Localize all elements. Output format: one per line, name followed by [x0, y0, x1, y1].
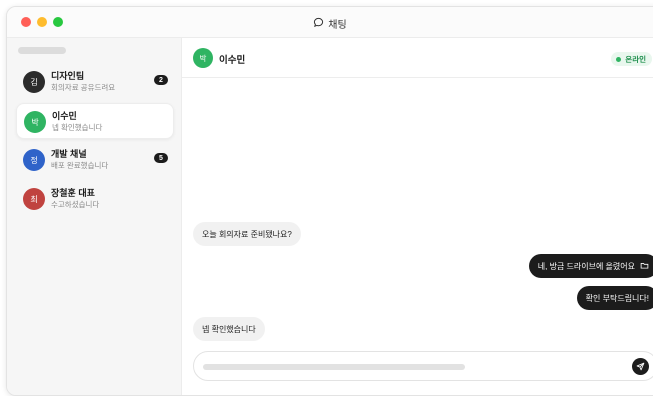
app-window: 채팅 김 디자인팀 회의자료 공유드려요 2 박 이수민 넵 확인했습니다 정 … — [6, 6, 653, 396]
unread-badge: 2 — [154, 75, 168, 85]
message-text: 확인 부탁드립니다! — [585, 293, 649, 303]
online-dot-icon — [616, 56, 622, 62]
conversation-item-ceo[interactable]: 최 장철훈 대표 수고하셨습니다 — [16, 181, 174, 217]
chat-bubble-icon — [313, 17, 324, 31]
title-bar: 채팅 — [7, 7, 653, 38]
send-button[interactable] — [632, 358, 649, 375]
window-title-text: 채팅 — [328, 20, 347, 31]
send-icon — [636, 358, 645, 376]
conversation-name: 장철훈 대표 — [51, 188, 95, 198]
conversation-preview: 수고하셨습니다 — [51, 200, 100, 209]
message-outgoing: 네, 방금 드라이브에 올렸어요 — [528, 254, 653, 278]
status-text: 온라인 — [625, 54, 646, 64]
avatar: 박 — [193, 48, 213, 68]
message-input[interactable] — [193, 351, 653, 381]
chat-header: 박 이수민 온라인 — [182, 38, 653, 78]
conversation-name: 이수민 — [52, 111, 77, 121]
conversation-sidebar: 김 디자인팀 회의자료 공유드려요 2 박 이수민 넵 확인했습니다 정 개발 … — [7, 38, 182, 395]
message-input-placeholder — [203, 364, 465, 370]
message-incoming: 오늘 회의자료 준비됐나요? — [193, 222, 301, 246]
message-text: 네, 방금 드라이브에 올렸어요 — [537, 261, 635, 271]
chat-panel: 박 이수민 온라인 오늘 회의자료 준비됐나요? 네, 방금 드라이브에 올렸어… — [182, 38, 653, 395]
conversation-preview: 넵 확인했습니다 — [52, 123, 103, 132]
conversation-item-lee-sumin[interactable]: 박 이수민 넵 확인했습니다 — [16, 103, 174, 139]
chat-partner-name: 이수민 — [219, 55, 246, 66]
conversation-name: 디자인팀 — [51, 71, 85, 81]
conversation-item-design-team[interactable]: 김 디자인팀 회의자료 공유드려요 2 — [16, 64, 174, 100]
unread-badge: 5 — [154, 153, 168, 163]
message-outgoing: 확인 부탁드립니다! — [576, 286, 653, 310]
sidebar-header-placeholder — [18, 47, 66, 54]
avatar: 정 — [23, 149, 45, 171]
avatar: 박 — [24, 111, 46, 133]
conversation-item-dev-channel[interactable]: 정 개발 채널 배포 완료했습니다 5 — [16, 142, 174, 178]
message-text: 오늘 회의자료 준비됐나요? — [202, 229, 292, 239]
message-text: 넵 확인했습니다 — [202, 324, 256, 334]
conversation-preview: 회의자료 공유드려요 — [51, 83, 116, 92]
avatar: 최 — [23, 188, 45, 210]
window-title: 채팅 — [7, 16, 653, 31]
conversation-preview: 배포 완료했습니다 — [51, 161, 109, 170]
folder-icon — [635, 261, 649, 272]
message-incoming: 넵 확인했습니다 — [193, 317, 265, 341]
avatar: 김 — [23, 71, 45, 93]
conversation-name: 개발 채널 — [51, 149, 87, 159]
status-badge: 온라인 — [611, 52, 652, 66]
